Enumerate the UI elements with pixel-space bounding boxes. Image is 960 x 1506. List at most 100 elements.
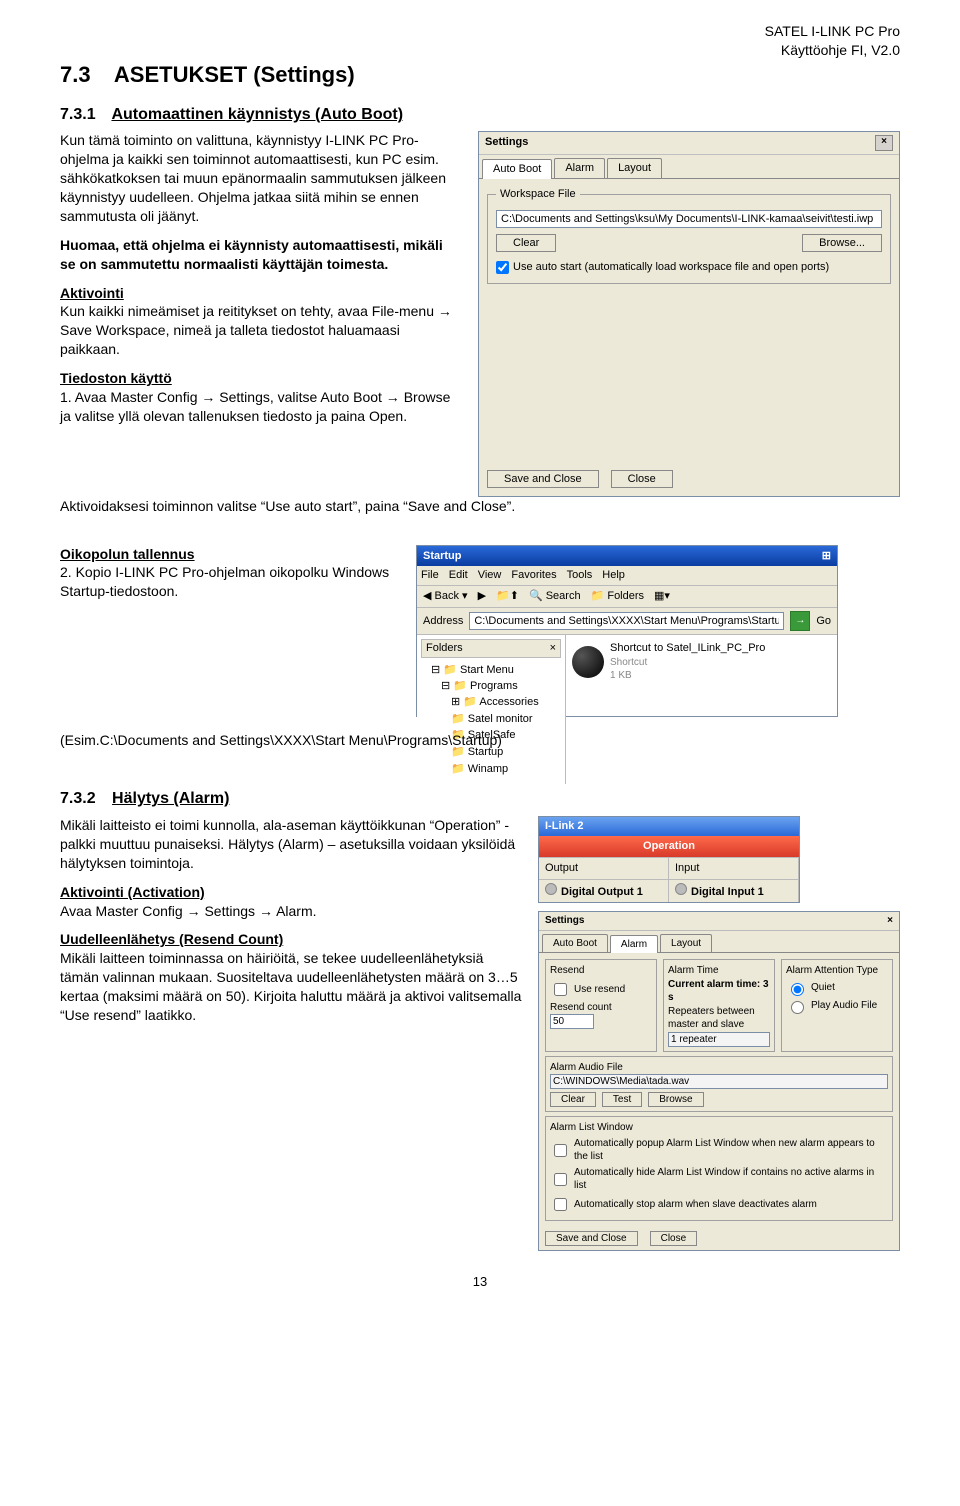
workspace-path-input[interactable] xyxy=(496,210,882,228)
operation-bar: Operation xyxy=(539,836,799,857)
use-autostart-label: Use auto start (automatically load works… xyxy=(513,260,829,275)
up-icon[interactable]: 📁⬆ xyxy=(496,589,519,604)
audio-test-button[interactable]: Test xyxy=(602,1092,642,1107)
address-label: Address xyxy=(423,614,463,629)
menu-favorites[interactable]: Favorites xyxy=(511,568,556,583)
close-button[interactable]: Close xyxy=(611,470,673,488)
search-button[interactable]: 🔍 Search xyxy=(529,589,581,604)
tree-item[interactable]: ⊟ 📁 Programs ⊞ 📁 Accessories 📁 Satel mon… xyxy=(441,678,561,779)
browse-button[interactable]: Browse... xyxy=(802,234,882,252)
section-title: ASETUKSET (Settings) xyxy=(114,62,355,87)
repeaters-select[interactable] xyxy=(668,1032,770,1047)
settings-dialog: Settings × Auto Boot Alarm Layout Worksp… xyxy=(478,131,900,497)
explorer-titlebar: Startup ⊞ xyxy=(417,546,837,567)
aktivointi-block: Aktivointi Kun kaikki nimeämiset ja reit… xyxy=(60,284,462,360)
explorer-menu: File Edit View Favorites Tools Help xyxy=(417,566,837,586)
auto-stop-checkbox[interactable] xyxy=(554,1198,567,1211)
alarm-save-close-button[interactable]: Save and Close xyxy=(545,1231,638,1246)
resend-group: Resend Use resend Resend count xyxy=(545,959,657,1052)
use-autostart-checkbox[interactable] xyxy=(496,261,509,274)
tab-layout[interactable]: Layout xyxy=(660,934,712,953)
resend-count-input[interactable] xyxy=(550,1014,594,1029)
explorer-title: Startup xyxy=(423,549,462,564)
tiedoston-text: 1. Avaa Master Config → Settings, valits… xyxy=(60,389,450,424)
section-number: 7.3 xyxy=(60,62,91,87)
subsection-number: 7.3.1 xyxy=(60,106,96,123)
oikopolku-heading: Oikopolun tallennus xyxy=(60,546,195,562)
explorer-content: Shortcut to Satel_ILink_PC_Pro Shortcut … xyxy=(566,635,837,784)
subsection-title: Automaattinen käynnistys (Auto Boot) xyxy=(111,106,403,123)
workspace-group: Workspace File Clear Browse... Use auto … xyxy=(487,187,891,284)
menu-tools[interactable]: Tools xyxy=(567,568,593,583)
resend-block: Uudelleenlähetys (Resend Count) Mikäli l… xyxy=(60,930,522,1024)
explorer-winlogo: ⊞ xyxy=(822,549,831,564)
tab-alarm[interactable]: Alarm xyxy=(554,158,605,178)
doc-version: Käyttöohje FI, V2.0 xyxy=(765,41,900,60)
section-heading: 7.3 ASETUKSET (Settings) xyxy=(60,60,900,90)
tiedoston-heading: Tiedoston käyttö xyxy=(60,370,172,386)
go-label: Go xyxy=(816,614,831,629)
oikopolku-block: Oikopolun tallennus 2. Kopio I-LINK PC P… xyxy=(60,545,400,602)
alarm-settings-dialog: Settings × Auto Boot Alarm Layout Resend… xyxy=(538,911,900,1251)
folders-button[interactable]: 📁 Folders xyxy=(591,589,644,604)
quiet-radio[interactable] xyxy=(791,983,804,996)
play-audio-radio[interactable] xyxy=(791,1001,804,1014)
tree-item[interactable]: 📁 Satel monitor xyxy=(451,711,561,728)
auto-hide-checkbox[interactable] xyxy=(554,1173,567,1186)
audio-browse-button[interactable]: Browse xyxy=(648,1092,703,1107)
tab-layout[interactable]: Layout xyxy=(607,158,662,178)
workspace-label: Workspace File xyxy=(496,187,580,202)
doc-title: SATEL I-LINK PC Pro xyxy=(765,22,900,41)
tree-item[interactable]: ⊟ 📁 Start Menu ⊟ 📁 Programs ⊞ 📁 Accessor… xyxy=(431,662,561,780)
tab-autoboot[interactable]: Auto Boot xyxy=(482,159,552,179)
alarm-dialog-title: Settings xyxy=(545,914,584,928)
forward-button[interactable]: ▶ xyxy=(478,589,486,604)
close-icon[interactable]: × xyxy=(887,914,893,928)
save-and-close-button[interactable]: Save and Close xyxy=(487,470,599,488)
resend-heading: Uudelleenlähetys (Resend Count) xyxy=(60,931,283,947)
tiedoston-text-2: Aktivoidaksesi toiminnon valitse “Use au… xyxy=(60,497,900,516)
use-resend-checkbox[interactable] xyxy=(554,983,567,996)
folder-tree: Folders× ⊟ 📁 Start Menu ⊟ 📁 Programs ⊞ 📁… xyxy=(417,635,566,784)
tree-item[interactable]: 📁 Winamp xyxy=(451,761,561,778)
views-icon[interactable]: ▦▾ xyxy=(654,589,670,604)
page-header: SATEL I-LINK PC Pro Käyttöohje FI, V2.0 xyxy=(765,22,900,60)
aktivointi-heading: Aktivointi xyxy=(60,285,124,301)
subsection-7-3-1: 7.3.1 Automaattinen käynnistys (Auto Boo… xyxy=(60,104,900,126)
subsection-7-3-2: 7.3.2 Hälytys (Alarm) xyxy=(60,788,900,810)
led-icon xyxy=(545,883,557,895)
audio-path-input[interactable] xyxy=(550,1074,888,1089)
alarm-close-button[interactable]: Close xyxy=(650,1231,698,1246)
go-button[interactable]: → xyxy=(790,611,810,631)
paragraph: Kun tämä toiminto on valittuna, käynnist… xyxy=(60,131,462,225)
tab-alarm[interactable]: Alarm xyxy=(610,935,658,954)
tree-close-icon[interactable]: × xyxy=(550,641,556,656)
menu-help[interactable]: Help xyxy=(602,568,625,583)
menu-file[interactable]: File xyxy=(421,568,439,583)
dialog-title: Settings xyxy=(485,135,528,151)
shortcut-item[interactable]: Shortcut to Satel_ILink_PC_Pro Shortcut … xyxy=(572,641,831,683)
address-input[interactable] xyxy=(469,612,784,630)
attention-group: Alarm Attention Type Quiet Play Audio Fi… xyxy=(781,959,893,1052)
clear-button[interactable]: Clear xyxy=(496,234,556,252)
page-number: 13 xyxy=(60,1273,900,1291)
subsection-title: Hälytys (Alarm) xyxy=(112,790,229,807)
tab-autoboot[interactable]: Auto Boot xyxy=(542,934,608,953)
activation-text: Avaa Master Config → Settings → Alarm. xyxy=(60,903,317,919)
alarmtime-group: Alarm Time Current alarm time: 3 s Repea… xyxy=(663,959,775,1052)
auto-popup-checkbox[interactable] xyxy=(554,1144,567,1157)
paragraph-bold: Huomaa, että ohjelma ei käynnisty automa… xyxy=(60,236,462,274)
explorer-window: Startup ⊞ File Edit View Favorites Tools… xyxy=(416,545,838,717)
menu-edit[interactable]: Edit xyxy=(449,568,468,583)
led-icon xyxy=(675,883,687,895)
tiedoston-block: Tiedoston käyttö 1. Avaa Master Config →… xyxy=(60,369,462,426)
audio-clear-button[interactable]: Clear xyxy=(550,1092,596,1107)
resend-text: Mikäli laitteen toiminnassa on häiriöitä… xyxy=(60,950,521,1023)
shortcut-type: Shortcut xyxy=(610,656,765,670)
close-icon[interactable]: × xyxy=(875,135,893,151)
tree-item[interactable]: ⊞ 📁 Accessories xyxy=(451,694,561,711)
alarm-intro: Mikäli laitteisto ei toimi kunnolla, ala… xyxy=(60,816,522,873)
tab-strip: Auto Boot Alarm Layout xyxy=(479,155,899,179)
back-button[interactable]: ◀ Back ▾ xyxy=(423,589,468,604)
menu-view[interactable]: View xyxy=(478,568,502,583)
